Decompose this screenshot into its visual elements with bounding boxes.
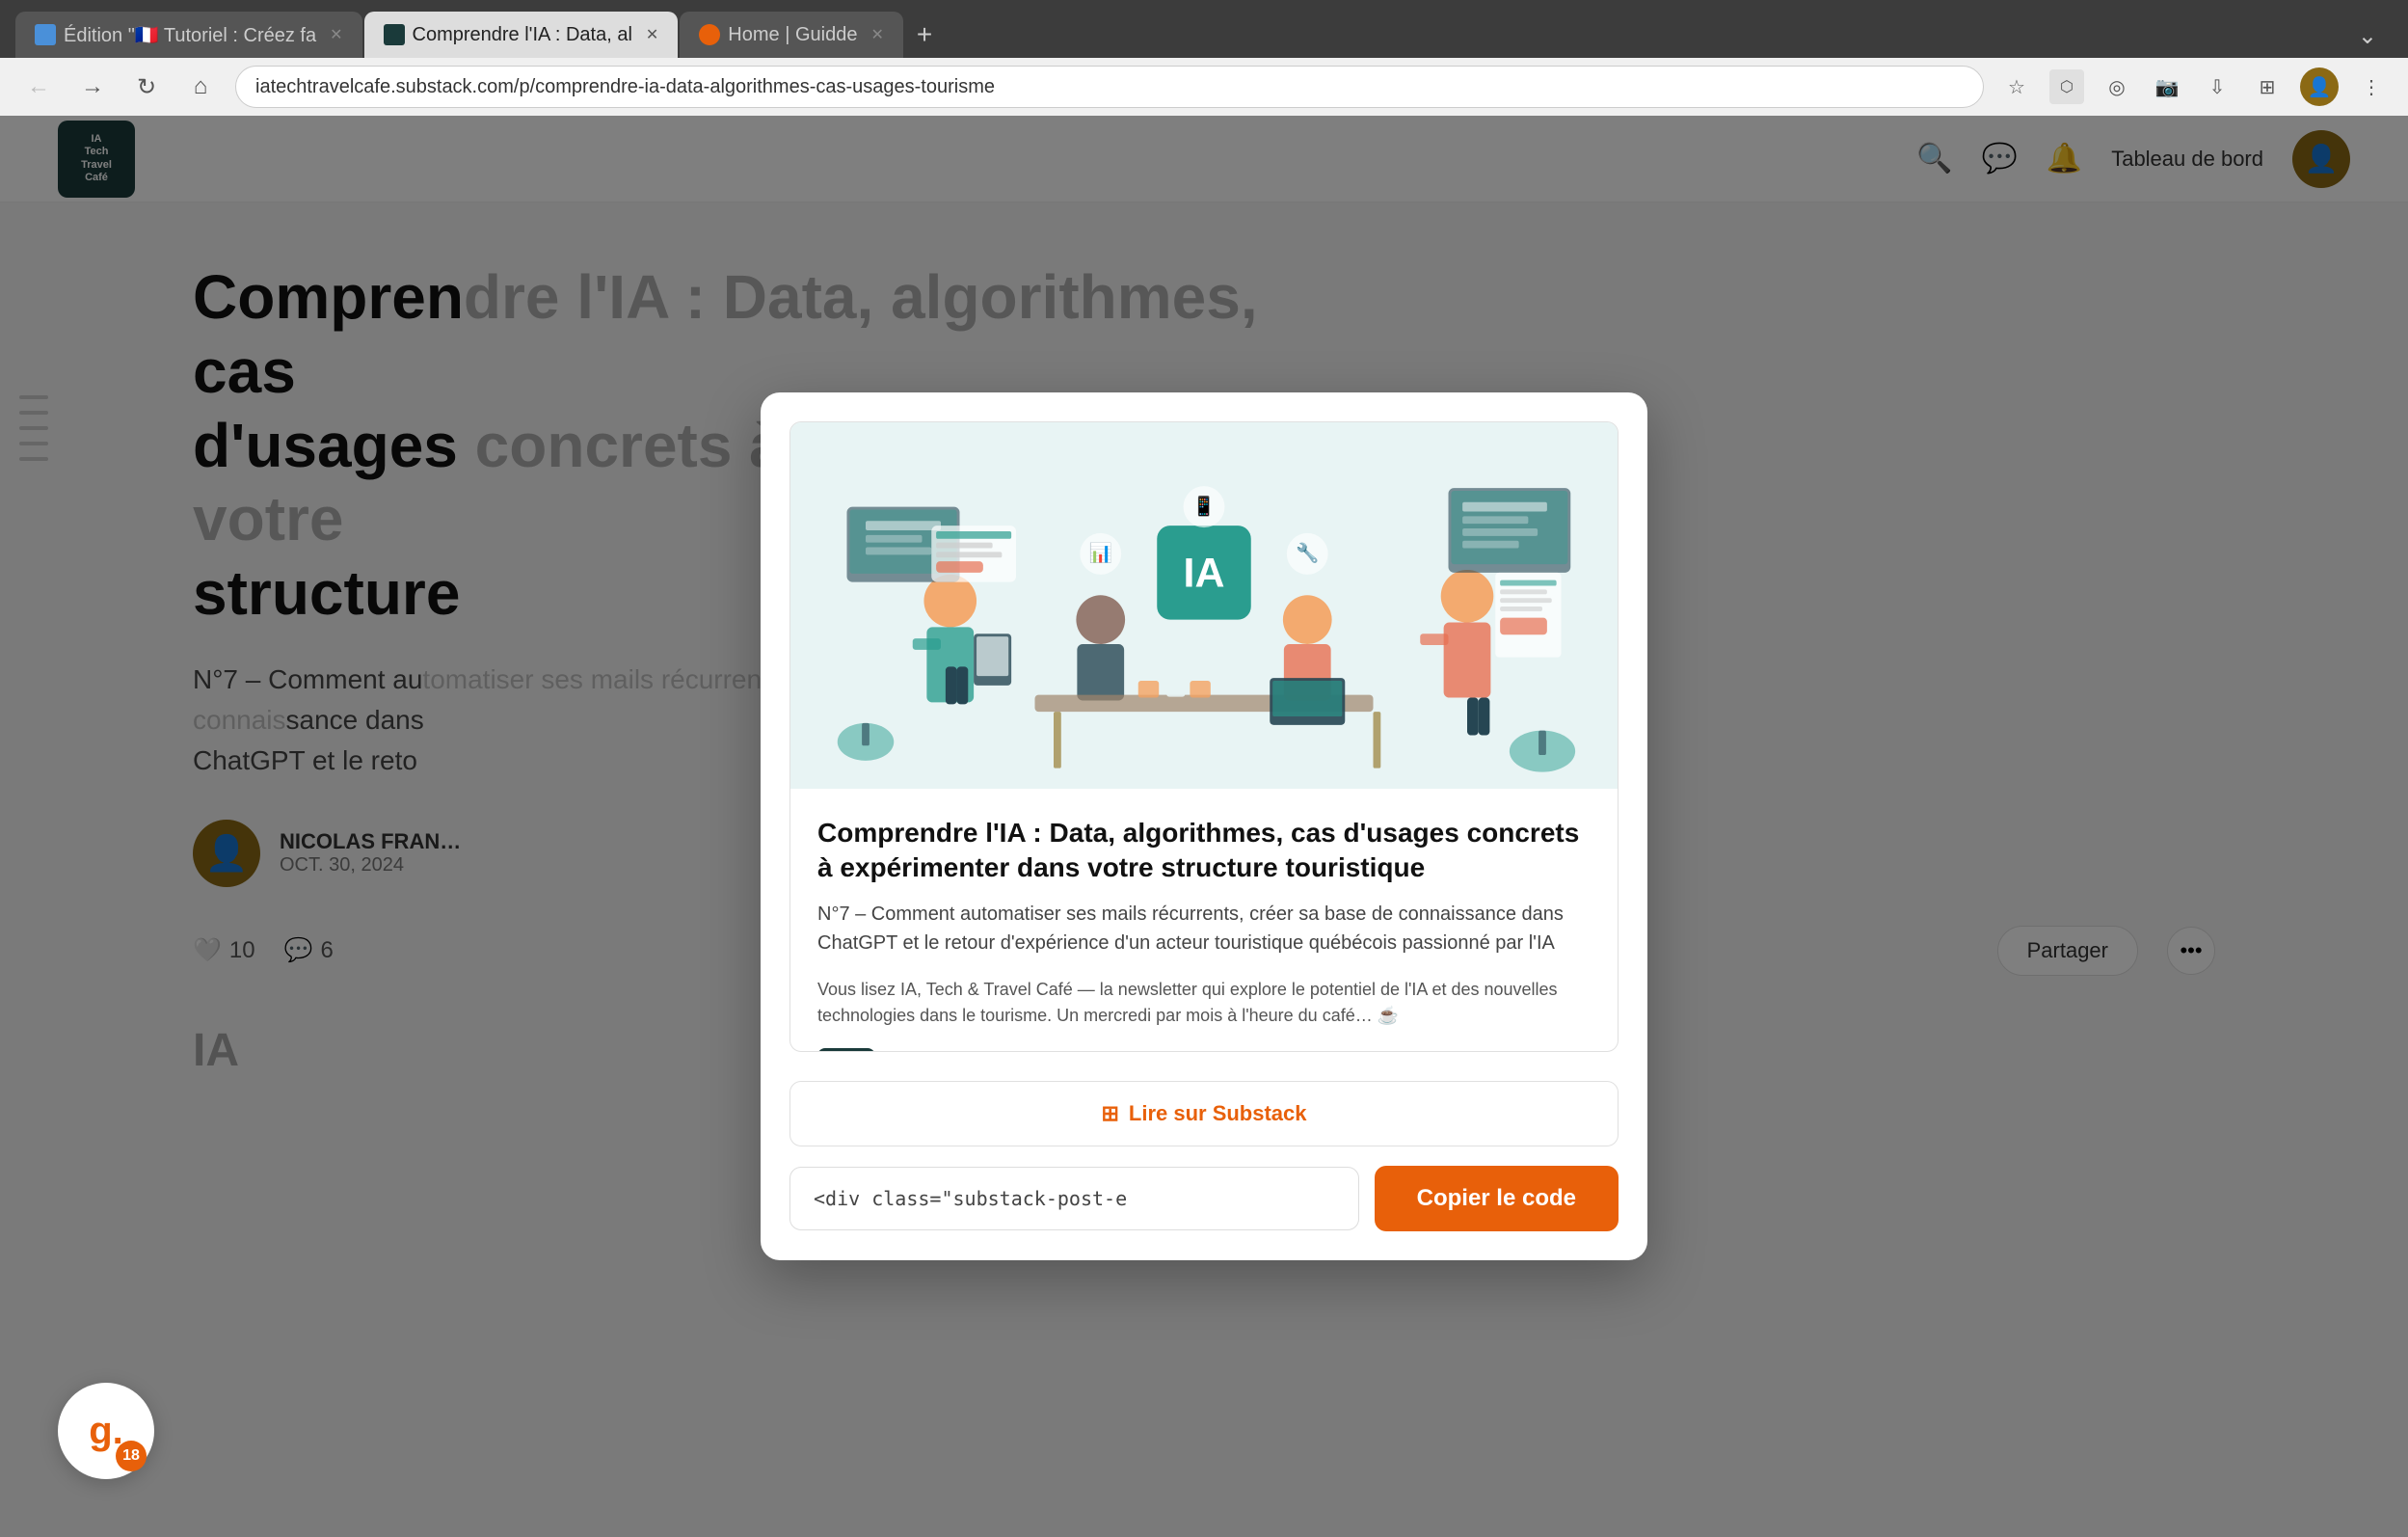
preview-card: IA	[789, 421, 1619, 1052]
preview-illustration: IA	[790, 422, 1618, 789]
profile-avatar[interactable]: 👤	[2300, 67, 2339, 106]
reload-button[interactable]: ↻	[127, 67, 166, 106]
modal-card: IA	[761, 392, 1647, 1260]
preview-content: Comprendre l'IA : Data, algorithmes, cas…	[790, 789, 1618, 1052]
browser-chrome: Édition "🇫🇷 Tutoriel : Créez fa ✕ Compre…	[0, 0, 2408, 116]
forward-button[interactable]: →	[73, 67, 112, 106]
preview-description: N°7 – Comment automatiser ses mails récu…	[817, 900, 1591, 957]
read-on-substack-button[interactable]: ⊞ Lire sur Substack	[789, 1081, 1619, 1146]
code-copy-row: Copier le code	[789, 1166, 1619, 1231]
extension-icon-4[interactable]: ⇩	[2200, 69, 2234, 104]
substack-icon: ⊞	[1101, 1101, 1118, 1126]
menu-button[interactable]: ⋮	[2354, 69, 2389, 104]
new-tab-button[interactable]: +	[905, 12, 944, 58]
nav-bar: ← → ↻ ⌂ iatechtravelcafe.substack.com/p/…	[0, 58, 2408, 116]
preview-author-logo: IATechTravelCafé	[817, 1048, 875, 1052]
tab-3-close[interactable]: ✕	[870, 25, 883, 44]
address-bar[interactable]: iatechtravelcafe.substack.com/p/comprend…	[235, 66, 1984, 108]
nav-icons: ☆ ⬡ ◎ 📷 ⇩ ⊞ 👤 ⋮	[1999, 67, 2389, 106]
tab-1[interactable]: Édition "🇫🇷 Tutoriel : Créez fa ✕	[15, 12, 362, 58]
extension-icon-2[interactable]: ◎	[2100, 69, 2134, 104]
svg-text:📊: 📊	[1089, 542, 1112, 564]
read-btn-label: Lire sur Substack	[1129, 1101, 1307, 1126]
page-background: IATechTravelCafé 🔍 💬 🔔 Tableau de bord 👤…	[0, 116, 2408, 1537]
tab-bar: Édition "🇫🇷 Tutoriel : Créez fa ✕ Compre…	[0, 0, 2408, 58]
guidde-badge[interactable]: g. 18	[58, 1383, 154, 1479]
modal-overlay[interactable]: IA	[0, 116, 2408, 1537]
preview-author-row: IATechTravelCafé Nicolas François IA, Te…	[817, 1048, 1591, 1052]
tab-2-close[interactable]: ✕	[646, 25, 658, 44]
tab-1-label: Édition "🇫🇷 Tutoriel : Créez fa	[64, 23, 316, 47]
tab-2[interactable]: Comprendre l'IA : Data, al ✕	[364, 12, 679, 58]
extension-icon-5[interactable]: ⊞	[2250, 69, 2285, 104]
extension-icon-1[interactable]: ⬡	[2049, 69, 2084, 104]
preview-title: Comprendre l'IA : Data, algorithmes, cas…	[817, 816, 1591, 886]
back-button[interactable]: ←	[19, 67, 58, 106]
tab-2-label: Comprendre l'IA : Data, al	[413, 24, 632, 46]
tab-3-label: Home | Guidde	[728, 24, 857, 46]
tab-1-close[interactable]: ✕	[330, 25, 342, 44]
extension-icon-3[interactable]: 📷	[2150, 69, 2184, 104]
svg-text:📱: 📱	[1192, 495, 1216, 517]
bookmark-icon[interactable]: ☆	[1999, 69, 2034, 104]
url-text: iatechtravelcafe.substack.com/p/comprend…	[255, 76, 1964, 98]
home-button[interactable]: ⌂	[181, 67, 220, 106]
copy-code-button[interactable]: Copier le code	[1375, 1166, 1619, 1231]
embed-code-input[interactable]	[789, 1167, 1359, 1230]
svg-text:🔧: 🔧	[1296, 541, 1319, 564]
svg-text:IA: IA	[1184, 551, 1225, 597]
preview-image: IA	[790, 422, 1618, 789]
tab-3[interactable]: Home | Guidde ✕	[680, 12, 903, 58]
preview-body-text: Vous lisez IA, Tech & Travel Café — la n…	[817, 977, 1591, 1029]
tab-list-button[interactable]: ⌄	[2342, 14, 2393, 58]
guidde-notification-count: 18	[116, 1441, 147, 1471]
